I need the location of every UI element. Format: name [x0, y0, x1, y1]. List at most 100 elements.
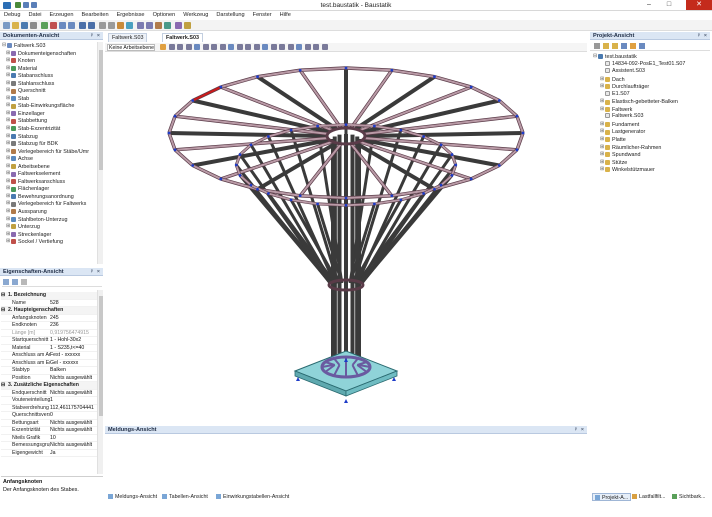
props-section[interactable]: ⊟ 3. Zusätzliche Eigenschaften — [1, 382, 98, 390]
doc-tree-item[interactable]: ⊞ Faltwerksanschluss — [6, 178, 100, 186]
prop-value[interactable]: 528 — [50, 300, 100, 308]
wireframe-icon[interactable] — [270, 44, 277, 50]
doc-tree-item[interactable]: ⊞ Sockel / Vertiefung — [6, 238, 100, 246]
support-icon[interactable] — [126, 22, 133, 29]
prop-value[interactable]: Ja — [50, 450, 100, 458]
settings-icon[interactable] — [175, 22, 182, 29]
project-tree-item[interactable]: Assistent.S03 — [600, 68, 708, 76]
props-scrollbar[interactable] — [97, 290, 103, 474]
props-row[interactable]: Nteils Grafik 10 — [1, 435, 100, 443]
menu-debug[interactable]: Debug — [0, 11, 24, 20]
doc-tree-item[interactable]: ⊞ Aussparung — [6, 208, 100, 216]
doc-tree-item[interactable]: ⊞ Verlegebereich für Stäbe/Umr — [6, 148, 100, 156]
props-section[interactable]: ⊟ 1. Bezeichnung — [1, 292, 98, 300]
zoom-out-icon[interactable] — [194, 44, 200, 50]
props-row[interactable]: Länge [m] 0,919756474915 — [1, 330, 100, 338]
copy-icon[interactable] — [59, 22, 66, 29]
doc-tree-item[interactable]: ⊞ Arbeitsebene — [6, 163, 100, 171]
project-tree-item[interactable]: ⊞ Dach — [600, 76, 708, 84]
new-project-icon[interactable] — [594, 43, 600, 49]
tab-faltwerk-1[interactable]: Faltwerk.S03 — [108, 33, 148, 42]
props-row[interactable]: Exzentrizität Nichts ausgewählt — [1, 427, 98, 435]
collapse-icon[interactable]: ⊟ — [1, 382, 5, 390]
props-section[interactable]: ⊟ 2. Haupteigenschaften — [1, 307, 98, 315]
chart-icon[interactable] — [146, 22, 153, 29]
prop-value[interactable]: Balken — [50, 367, 100, 375]
prop-value[interactable]: 10 — [50, 435, 100, 443]
doc-tree-item[interactable]: ⊞ Stabzug — [6, 133, 100, 141]
doc-tree-item[interactable]: ⊞ Stab-Exzentrizität — [6, 125, 100, 133]
section-icon[interactable] — [164, 22, 171, 29]
doc-tree-item[interactable]: ⊞ Stahlbeton-Unterzug — [6, 216, 100, 224]
doc-tree-item[interactable]: ⊞ Stabanschluss — [6, 72, 100, 80]
props-row[interactable]: Name 528 — [1, 300, 100, 308]
project-root[interactable]: ⊟ test.baustatik — [593, 53, 708, 61]
prop-value[interactable]: Nichts ausgewählt — [50, 420, 100, 428]
prop-value[interactable]: Nichts ausgewählt — [50, 375, 100, 383]
load-icon[interactable] — [117, 22, 124, 29]
menu-bearbeiten[interactable]: Bearbeiten — [78, 11, 113, 20]
props-row[interactable]: BemessungsgruppeNichts ausgewählt — [1, 442, 98, 450]
menu-optionen[interactable]: Optionen — [149, 11, 180, 20]
doc-tree-item[interactable]: ⊞ Verlegebereich für Faltwerks — [6, 200, 100, 208]
minimize-button[interactable]: – — [640, 0, 658, 10]
menu-erzeugen[interactable]: Erzeugen — [46, 11, 78, 20]
doc-tree-item[interactable]: ⊞ Achse — [6, 155, 100, 163]
close-button[interactable]: ✕ — [686, 0, 712, 10]
undo-toolbar-icon[interactable] — [79, 22, 86, 29]
menu-datei[interactable]: Datei — [24, 11, 45, 20]
tab-sichtbarkeit[interactable]: Sichtbark... — [672, 493, 706, 501]
doc-tree-item[interactable]: ⊞ Dokumenteigenschaften — [6, 50, 100, 58]
pin-icon[interactable]: ᵖ — [91, 32, 93, 40]
props-row[interactable]: Anschluss am AnfangFest - xxxxxx — [1, 352, 98, 360]
open-folder-icon[interactable] — [603, 43, 609, 49]
props-row[interactable]: Startquerschnitt 1 - Hohl-30x2 — [1, 337, 98, 345]
render-icon[interactable] — [262, 44, 268, 50]
doc-tree-item[interactable]: ⊞ Stabzug für BDK — [6, 140, 100, 148]
workplane-select[interactable]: Keine Arbeitsebene — [107, 44, 155, 51]
axes-icon[interactable] — [321, 44, 328, 50]
close-icon[interactable]: × — [97, 32, 100, 40]
properties-icon[interactable] — [639, 43, 645, 49]
pin-icon[interactable]: ᵖ — [575, 426, 577, 434]
prop-value[interactable]: Nichts ausgewählt — [50, 427, 100, 435]
menu-hilfe[interactable]: Hilfe — [276, 11, 295, 20]
categorized-icon[interactable] — [3, 279, 9, 285]
tab-meldungs-ansicht[interactable]: Meldungs-Ansicht — [108, 493, 157, 501]
rotate-icon[interactable] — [168, 44, 175, 50]
project-tree-item[interactable]: ⊞ Winkelstützmauer — [600, 166, 708, 174]
prop-value[interactable]: 245 — [50, 315, 100, 323]
highlight-icon[interactable] — [630, 43, 636, 49]
redo-toolbar-icon[interactable] — [88, 22, 95, 29]
tab-faltwerk-2[interactable]: Faltwerk.S03 — [162, 33, 203, 42]
prop-value[interactable]: 112,461175704441 — [50, 405, 100, 413]
doc-tree-scrollbar[interactable] — [97, 42, 103, 264]
doc-tree-item[interactable]: ⊞ Flächenlager — [6, 185, 100, 193]
prop-value[interactable]: Nichts ausgewählt — [50, 390, 100, 398]
property-pages-icon[interactable] — [21, 279, 27, 285]
view-front-icon[interactable] — [228, 44, 234, 50]
prop-value[interactable]: 0 — [50, 412, 100, 420]
tab-einwirkungstabellen-ansicht[interactable]: Einwirkungstabellen-Ansicht — [216, 493, 289, 501]
collapse-icon[interactable]: ⊟ — [1, 292, 5, 300]
props-row[interactable]: Stabtyp Balken — [1, 367, 98, 375]
node-icon[interactable] — [99, 22, 106, 29]
sort-alpha-icon[interactable] — [12, 279, 18, 285]
props-row[interactable]: Material 1 - S235,t<=40 — [1, 345, 98, 352]
tab-tabellen-ansicht[interactable]: Tabellen-Ansicht — [162, 493, 208, 501]
document-add-icon[interactable] — [621, 43, 627, 49]
prop-value[interactable]: 1 - Hohl-30x2 — [50, 337, 100, 345]
props-row[interactable]: Bettungsart Nichts ausgewählt — [1, 420, 100, 428]
project-tree-item[interactable]: ⊞ Lastgenerator — [600, 128, 708, 136]
nodes-visible-icon[interactable] — [287, 44, 294, 50]
prop-value[interactable]: 0,919756474915 — [50, 330, 100, 338]
print-icon[interactable] — [30, 22, 37, 29]
props-row[interactable]: Anschluss am EndeGel - xxxxxx — [1, 360, 98, 367]
table-icon[interactable] — [137, 22, 144, 29]
project-tree-item[interactable]: ⊞ Spundwand — [600, 151, 708, 159]
props-row[interactable]: Anfangsknoten 245 — [1, 315, 100, 323]
close-icon[interactable]: × — [581, 426, 584, 434]
save-toolbar-icon[interactable] — [21, 22, 28, 29]
doc-tree-item[interactable]: ⊞ Querschnitt — [6, 87, 100, 95]
project-tree-item[interactable]: ⊞ Stütze — [600, 159, 708, 167]
